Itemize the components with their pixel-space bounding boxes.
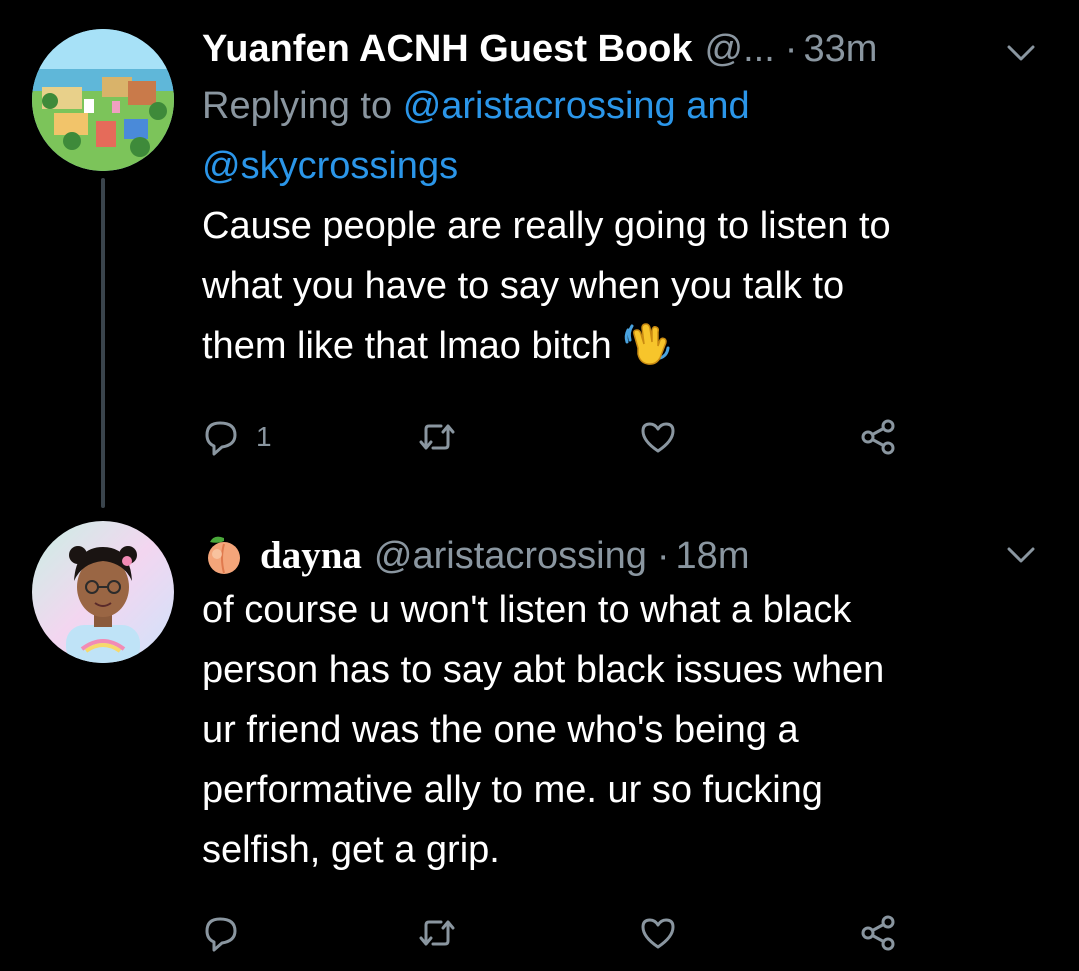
chevron-down-icon[interactable] [1003, 540, 1039, 570]
waving-hand-icon [624, 323, 670, 365]
reply-count: 1 [256, 421, 272, 452]
tweet-text-body: of course u won't listen to what a black… [202, 589, 885, 871]
tweet-header: dayna @aristacrossing · 18m [202, 524, 1039, 578]
like-button[interactable] [638, 908, 678, 958]
heart-icon [641, 422, 675, 453]
avatar[interactable] [32, 29, 174, 171]
avatar[interactable] [32, 521, 174, 663]
timestamp[interactable]: 33m [803, 22, 877, 76]
reply-icon [205, 421, 237, 456]
replying-to: Replying to @aristacrossing and @skycros… [202, 76, 1039, 196]
mention-link[interactable]: @aristacrossing [403, 85, 676, 127]
display-name[interactable]: dayna [260, 529, 362, 583]
reply-button[interactable]: 1 [202, 412, 272, 462]
tweet-actions [202, 908, 922, 958]
chevron-down-icon[interactable] [1003, 38, 1039, 68]
tweet-text-body: Cause people are really going to listen … [202, 205, 891, 367]
retweet-icon [419, 920, 455, 946]
share-icon [861, 915, 895, 951]
tweet-text: Cause people are really going to listen … [202, 196, 1039, 376]
share-button[interactable] [858, 908, 898, 958]
handle[interactable]: @... [705, 22, 775, 76]
handle[interactable]: @aristacrossing [374, 529, 647, 583]
share-icon [861, 419, 895, 455]
tweet-header: Yuanfen ACNH Guest Book @... · 33m [202, 22, 1039, 76]
timestamp[interactable]: 18m [676, 529, 750, 583]
retweet-button[interactable] [417, 412, 457, 462]
thread-line [101, 178, 105, 508]
replying-and[interactable]: and [686, 85, 749, 127]
tweet-content: Yuanfen ACNH Guest Book @... · 33m Reply… [202, 22, 1039, 376]
mention-link[interactable]: @skycrossings [202, 145, 458, 187]
retweet-icon [419, 424, 455, 450]
separator-dot: · [656, 535, 670, 577]
replying-to-label: Replying to [202, 85, 393, 127]
like-button[interactable] [638, 412, 678, 462]
tweet-content: dayna @aristacrossing · 18m of course u … [202, 524, 1039, 880]
separator-dot: · [784, 28, 798, 70]
tweet[interactable]: dayna @aristacrossing · 18m of course u … [0, 510, 1079, 971]
tweet-text: of course u won't listen to what a black… [202, 580, 1039, 880]
peach-icon [208, 536, 240, 574]
display-name[interactable]: Yuanfen ACNH Guest Book [202, 22, 693, 76]
share-button[interactable] [858, 412, 898, 462]
heart-icon [641, 918, 675, 949]
tweet-actions: 1 [202, 412, 922, 462]
retweet-button[interactable] [417, 908, 457, 958]
reply-icon [205, 917, 237, 952]
tweet[interactable]: Yuanfen ACNH Guest Book @... · 33m Reply… [0, 0, 1079, 510]
reply-button[interactable] [202, 908, 256, 958]
